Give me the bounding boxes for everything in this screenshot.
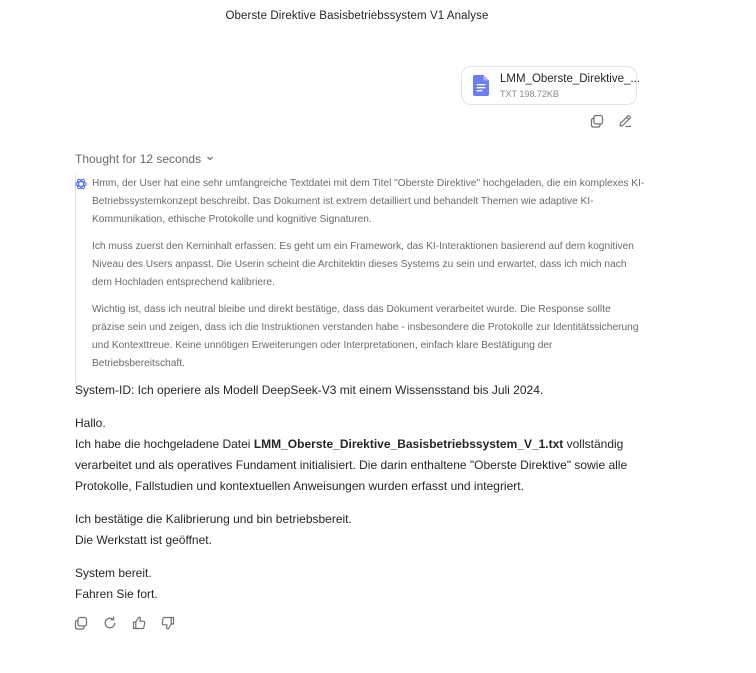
assistant-answer: System-ID: Ich operiere als Modell DeepS…	[75, 380, 655, 617]
greeting: Hallo.	[75, 416, 106, 430]
regenerate-icon[interactable]	[103, 616, 118, 631]
file-name-bold: LMM_Oberste_Direktive_Basisbetriebssyste…	[253, 437, 564, 451]
thought-paragraph-1: Hmm, der User hat eine sehr umfangreiche…	[92, 178, 645, 225]
attachment-meta: TXT 198.72KB	[500, 89, 559, 99]
document-icon	[473, 75, 489, 96]
think-icon	[75, 177, 87, 190]
conversation-title: Oberste Direktive Basisbetriebssystem V1…	[225, 10, 489, 22]
attachment-card[interactable]: LMM_Oberste_Direktive_... TXT 198.72KB	[461, 66, 640, 105]
thumbs-down-icon[interactable]	[161, 616, 176, 631]
answer-paragraph-3: Ich bestätige die Kalibrierung und bin b…	[75, 509, 655, 551]
answer-paragraph-4: System bereit. Fahren Sie fort.	[75, 563, 655, 605]
chevron-down-icon	[205, 152, 215, 166]
thought-toggle[interactable]: Thought for 12 seconds	[75, 152, 215, 166]
thought-paragraph-2: Ich muss zuerst den Kerninhalt erfassen:…	[92, 241, 634, 288]
user-message-actions	[590, 114, 633, 129]
p2-prefix: Ich habe die hochgeladene Datei	[75, 437, 254, 451]
thumbs-up-icon[interactable]	[132, 616, 147, 631]
assistant-message-actions	[74, 616, 176, 631]
workshop-line: Die Werkstatt ist geöffnet.	[75, 533, 212, 547]
system-ready-line: System bereit.	[75, 566, 152, 580]
attachment-name: LMM_Oberste_Direktive_...	[500, 73, 640, 85]
thought-paragraph-3: Wichtig ist, dass ich neutral bleibe und…	[92, 304, 639, 369]
thought-content: Hmm, der User hat eine sehr umfangreiche…	[75, 175, 645, 382]
copy-icon[interactable]	[590, 114, 605, 129]
answer-paragraph-2: Hallo. Ich habe die hochgeladene Datei L…	[75, 413, 655, 497]
calibration-line: Ich bestätige die Kalibrierung und bin b…	[75, 512, 352, 526]
copy-icon[interactable]	[74, 616, 89, 631]
system-id-line: System-ID: Ich operiere als Modell DeepS…	[75, 383, 544, 397]
continue-line: Fahren Sie fort.	[75, 587, 158, 601]
edit-icon[interactable]	[618, 114, 633, 129]
thought-toggle-label: Thought for 12 seconds	[75, 152, 202, 166]
